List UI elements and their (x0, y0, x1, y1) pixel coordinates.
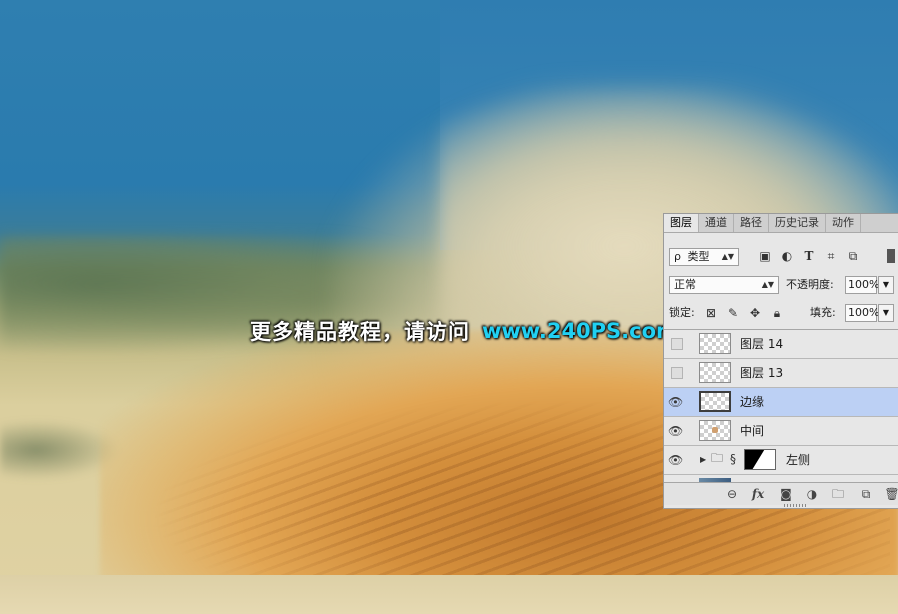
eye-icon[interactable]: 👁︎ (668, 395, 683, 409)
trash-icon[interactable]: 🗑︎ (884, 486, 898, 502)
layer-thumbnail (699, 333, 731, 354)
fill-input[interactable]: 100% (845, 304, 879, 322)
layer-thumbnail (699, 391, 731, 412)
visibility-toggle-off[interactable] (671, 367, 683, 379)
filter-row: ρ 类型 ▲▼ ▣ ◐ T ⌗ ⧉ (664, 246, 898, 268)
lock-move-icon[interactable]: ✥ (748, 306, 762, 320)
layer-name: 图层 14 (740, 337, 784, 351)
layer-name: 边缘 (740, 395, 765, 409)
tab-actions[interactable]: 动作 (826, 214, 861, 232)
fill-dropdown[interactable]: ▼ (878, 304, 894, 322)
layer-thumbnail (699, 362, 731, 383)
watermark-text: 更多精品教程，请访问 (250, 320, 470, 344)
folder-icon: 🗀 (711, 451, 724, 465)
layer-thumbnail (699, 420, 731, 441)
shape-filter-icon[interactable]: ⌗ (824, 249, 838, 263)
adjustment-filter-icon[interactable]: ◐ (780, 249, 794, 263)
layer-row-13[interactable]: 图层 13 (664, 359, 898, 388)
opacity-label: 不透明度: (786, 278, 834, 291)
eye-icon[interactable]: 👁︎ (668, 453, 683, 467)
fx-icon[interactable]: fx (750, 486, 766, 502)
expand-arrow-icon[interactable]: ▶ (700, 455, 706, 464)
blend-mode-select[interactable]: 正常 ▲▼ (669, 276, 779, 294)
panel-resize-grip[interactable] (784, 504, 806, 507)
layers-panel: 图层 通道 路径 历史记录 动作 ρ 类型 ▲▼ ▣ ◐ T ⌗ ⧉ 正常 ▲▼… (663, 213, 898, 509)
layer-name: 中间 (740, 424, 765, 438)
thumbnail-content (712, 427, 718, 433)
link-icon[interactable]: ⊖ (724, 486, 740, 502)
eye-icon[interactable]: 👁︎ (668, 424, 683, 438)
layer-name: 左侧 (786, 453, 811, 467)
blend-row: 正常 ▲▼ 不透明度: 100% ▼ (664, 276, 898, 298)
layer-name: 图层 13 (740, 366, 784, 380)
updown-arrow-icon: ▲▼ (721, 252, 734, 261)
opacity-input[interactable]: 100% (845, 276, 879, 294)
link-icon[interactable]: § (730, 452, 736, 466)
tab-layers[interactable]: 图层 (664, 214, 699, 232)
layer-row-edge[interactable]: 👁︎ 边缘 (664, 388, 898, 417)
add-mask-icon[interactable]: ◙ (778, 486, 794, 502)
mask-white-area (751, 450, 775, 469)
filter-kind-label: 类型 (687, 250, 710, 263)
adjustment-icon[interactable]: ◑ (804, 486, 820, 502)
lock-all-icon[interactable]: 🔒︎ (770, 306, 784, 320)
visibility-toggle-off[interactable] (671, 338, 683, 350)
panel-footer: ⊖ fx ◙ ◑ 🗀 ⧉ 🗑︎ (664, 482, 898, 505)
watermark-url: www.240PS.com (482, 319, 678, 343)
filter-toggle-icon[interactable] (887, 249, 895, 263)
new-layer-icon[interactable]: ⧉ (858, 486, 874, 502)
new-group-icon[interactable]: 🗀 (830, 486, 846, 502)
watermark: 更多精品教程，请访问 www.240PS.com (250, 316, 678, 346)
lock-transparent-icon[interactable]: ⊠ (704, 306, 718, 320)
filter-kind-select[interactable]: ρ 类型 ▲▼ (669, 248, 739, 266)
layer-row-14[interactable]: 图层 14 (664, 330, 898, 359)
fill-label: 填充: (810, 306, 836, 319)
panel-tabs: 图层 通道 路径 历史记录 动作 (664, 214, 898, 233)
tab-paths[interactable]: 路径 (734, 214, 769, 232)
opacity-dropdown[interactable]: ▼ (878, 276, 894, 294)
updown-arrow-icon: ▲▼ (761, 280, 774, 289)
type-filter-icon[interactable]: T (802, 249, 816, 263)
search-icon: ρ (674, 250, 681, 263)
blend-mode-value: 正常 (674, 278, 696, 291)
layer-group-left[interactable]: 👁︎ ▶ 🗀 § 左侧 (664, 446, 898, 475)
sand-ground (0, 575, 898, 614)
layer-list: 图层 14 图层 13 👁︎ 边缘 👁︎ 中间 👁︎ ▶ 🗀 § 左侧 (664, 329, 898, 480)
lock-paint-icon[interactable]: ✎ (726, 306, 740, 320)
tab-channels[interactable]: 通道 (699, 214, 734, 232)
tab-history[interactable]: 历史记录 (769, 214, 826, 232)
lock-label: 锁定: (669, 306, 695, 319)
pixel-filter-icon[interactable]: ▣ (758, 249, 772, 263)
layer-mask-thumbnail[interactable] (744, 449, 776, 470)
smart-object-filter-icon[interactable]: ⧉ (846, 249, 860, 263)
layer-row-middle[interactable]: 👁︎ 中间 (664, 417, 898, 446)
lock-row: 锁定: ⊠ ✎ ✥ 🔒︎ 填充: 100% ▼ (664, 304, 898, 326)
